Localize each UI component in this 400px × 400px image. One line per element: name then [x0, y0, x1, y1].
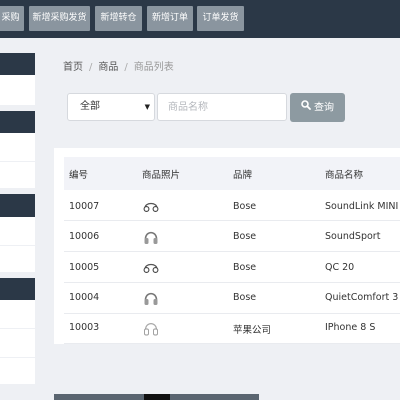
cell-brand: Bose	[233, 292, 257, 303]
header-id: 编号	[69, 170, 89, 181]
headphones-sport-icon	[143, 202, 159, 212]
sidebar-menu-item[interactable]	[0, 246, 35, 272]
cell-brand: Bose	[233, 262, 257, 273]
headphones-icon	[144, 292, 158, 305]
cell-name: QC 20	[325, 262, 355, 273]
breadcrumb: 首页 / 商品 / 商品列表	[63, 58, 174, 73]
sidebar-menu-item[interactable]	[0, 300, 35, 328]
sidebar-menu-item[interactable]	[0, 162, 35, 188]
cell-id: 10003	[69, 322, 100, 333]
headphones-icon	[144, 231, 158, 244]
pagination-active-page[interactable]	[144, 394, 170, 400]
row-divider	[64, 313, 400, 314]
cell-name: IPhone 8 S	[325, 322, 376, 333]
row-divider	[64, 343, 400, 344]
sidebar-menu-header[interactable]	[0, 194, 35, 217]
sidebar-menu-item[interactable]	[0, 75, 35, 105]
sidebar-menu-item[interactable]	[0, 358, 35, 384]
sidebar-menu-item[interactable]	[0, 133, 35, 161]
product-name-input[interactable]	[157, 93, 287, 121]
category-select-value: 全部	[80, 101, 100, 112]
sidebar-menu-item[interactable]	[0, 329, 35, 357]
cell-brand: 苹果公司	[233, 325, 272, 336]
cell-id: 10005	[69, 262, 100, 273]
header-photo: 商品照片	[142, 170, 181, 181]
purchase-button[interactable]: 采购	[0, 6, 24, 31]
cell-id: 10007	[69, 201, 100, 212]
order-shipment-button[interactable]: 订单发货	[197, 6, 244, 31]
cell-id: 10006	[69, 231, 100, 242]
cell-brand: Bose	[233, 231, 257, 242]
new-purchase-shipment-button[interactable]: 新增采购发货	[29, 6, 90, 31]
breadcrumb-separator: /	[89, 62, 93, 73]
sidebar-menu-header[interactable]	[0, 278, 35, 300]
row-divider	[64, 282, 400, 283]
category-select[interactable]: 全部 ▼	[67, 93, 155, 121]
search-button-label: 查询	[314, 102, 334, 114]
top-nav-bar: 采购 新增采购发货 新增转仓 新增订单 订单发货	[0, 0, 400, 38]
new-transfer-button[interactable]: 新增转仓	[95, 6, 142, 31]
headphones-white-icon	[144, 323, 158, 336]
header-name: 商品名称	[325, 170, 364, 181]
search-button[interactable]: 查询	[290, 93, 345, 122]
chevron-down-icon: ▼	[144, 103, 150, 111]
pagination[interactable]	[54, 394, 259, 400]
row-divider	[64, 251, 400, 252]
cell-name: QuietComfort 3	[325, 292, 399, 303]
breadcrumb-section[interactable]: 商品	[98, 62, 118, 73]
breadcrumb-separator: /	[124, 62, 128, 73]
breadcrumb-home[interactable]: 首页	[63, 62, 83, 73]
new-order-button[interactable]: 新增订单	[147, 6, 193, 31]
cell-name: SoundSport	[325, 231, 381, 242]
cell-id: 10004	[69, 292, 100, 303]
header-brand: 品牌	[233, 170, 253, 181]
sidebar-menu-header[interactable]	[0, 53, 35, 75]
row-divider	[64, 220, 400, 221]
breadcrumb-current: 商品列表	[133, 62, 174, 73]
cell-name: SoundLink MINI	[325, 201, 399, 212]
search-icon	[301, 93, 311, 122]
sidebar-menu-header[interactable]	[0, 111, 35, 133]
cell-brand: Bose	[233, 201, 257, 212]
headphones-sport-icon	[143, 263, 159, 273]
sidebar-menu-item[interactable]	[0, 217, 35, 245]
